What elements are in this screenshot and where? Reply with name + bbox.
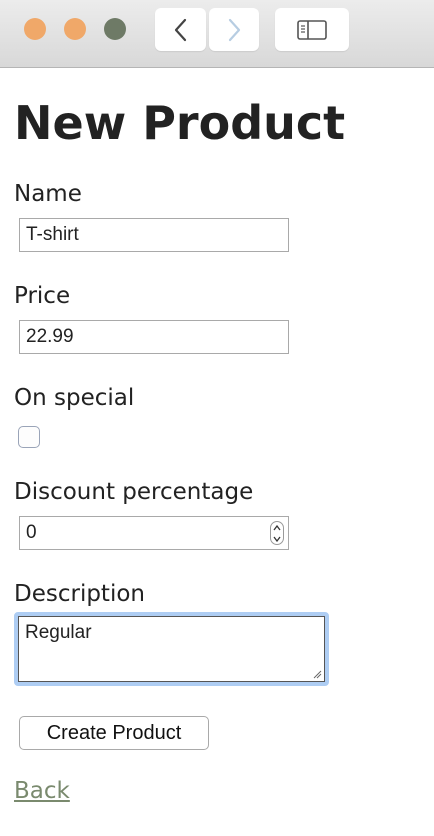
on-special-checkbox[interactable] bbox=[18, 426, 40, 448]
chevron-right-icon bbox=[228, 18, 241, 41]
description-textarea-value: Regular bbox=[25, 622, 92, 643]
stepper-down-icon bbox=[273, 536, 281, 542]
create-product-button[interactable]: Create Product bbox=[19, 716, 209, 750]
sidebar-toggle-button[interactable] bbox=[275, 8, 349, 51]
minimize-window-button[interactable] bbox=[64, 18, 86, 40]
discount-input-value: 0 bbox=[26, 522, 37, 543]
forward-button[interactable] bbox=[209, 8, 259, 51]
number-stepper[interactable] bbox=[270, 521, 284, 545]
description-textarea[interactable]: Regular bbox=[14, 612, 329, 686]
chevron-left-icon bbox=[174, 18, 186, 41]
on-special-label: On special bbox=[14, 385, 135, 411]
discount-input[interactable]: 0 bbox=[19, 516, 289, 550]
page-title: New Product bbox=[14, 96, 346, 150]
price-label: Price bbox=[14, 283, 71, 309]
sidebar-icon bbox=[297, 19, 327, 40]
window-titlebar bbox=[0, 0, 434, 68]
page-content: New Product bbox=[14, 90, 424, 156]
price-input-value: 22.99 bbox=[26, 326, 74, 347]
close-window-button[interactable] bbox=[24, 18, 46, 40]
back-button[interactable] bbox=[155, 8, 206, 51]
stepper-up-icon bbox=[273, 524, 281, 530]
description-textarea-field[interactable]: Regular bbox=[18, 616, 325, 682]
resize-handle-icon[interactable] bbox=[312, 669, 322, 679]
price-input[interactable]: 22.99 bbox=[19, 320, 289, 354]
name-label: Name bbox=[14, 181, 82, 207]
zoom-window-button[interactable] bbox=[104, 18, 126, 40]
description-label: Description bbox=[14, 581, 145, 607]
name-input-value: T-shirt bbox=[26, 224, 79, 245]
back-link[interactable]: Back bbox=[14, 778, 70, 804]
discount-label: Discount percentage bbox=[14, 479, 254, 505]
name-input[interactable]: T-shirt bbox=[19, 218, 289, 252]
